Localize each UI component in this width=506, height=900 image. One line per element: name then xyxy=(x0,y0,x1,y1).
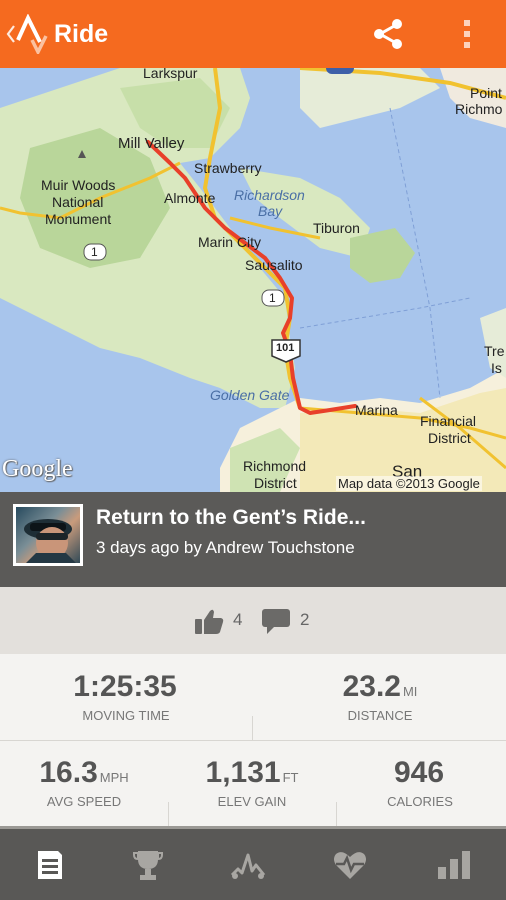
activity-subtitle: 3 days ago by Andrew Touchstone xyxy=(96,538,355,557)
stat-moving-time-label: MOVING TIME xyxy=(82,708,170,723)
stat-elev-gain-label: ELEV GAIN xyxy=(217,794,287,809)
stat-distance-value: 23.2 MI xyxy=(342,670,418,703)
activity-header: Return to the Gent’s Ride... 3 days ago … xyxy=(0,492,506,587)
divider xyxy=(252,716,253,740)
map-label-strawberry: Strawberry xyxy=(194,160,262,176)
map-label-financial-district: District xyxy=(428,430,471,446)
bar-chart-icon[interactable] xyxy=(436,849,472,881)
trophy-icon[interactable] xyxy=(130,849,166,881)
stat-distance-label: DISTANCE xyxy=(347,708,413,723)
share-icon[interactable] xyxy=(370,16,406,52)
thumbs-up-icon[interactable] xyxy=(194,607,224,635)
map-label-point: Point xyxy=(470,85,502,101)
map-label-richmond: Richmond xyxy=(243,458,307,474)
social-bar: 4 2 xyxy=(0,587,506,654)
map-label-monument: Monument xyxy=(45,211,112,227)
stat-moving-time-value: 1:25:35 xyxy=(73,670,177,703)
map-label-mill-valley: Mill Valley xyxy=(118,135,185,152)
map-label-bay: Bay xyxy=(258,203,283,219)
map-label-muir-woods: Muir Woods xyxy=(41,177,116,193)
map-label-marin-city: Marin City xyxy=(198,234,262,250)
stat-calories-value: 946 xyxy=(393,756,445,789)
overflow-menu-icon[interactable] xyxy=(460,16,474,52)
comment-icon[interactable] xyxy=(261,607,291,635)
map-label-tre: Tre xyxy=(484,343,505,359)
bottom-navigation xyxy=(0,826,506,900)
divider xyxy=(168,802,169,826)
activity-title[interactable]: Return to the Gent’s Ride... xyxy=(96,506,366,530)
kudos-count: 4 xyxy=(233,610,243,629)
stat-avg-speed: 16.3 MPH AVG SPEED xyxy=(4,756,164,809)
overview-icon[interactable] xyxy=(32,849,68,881)
analysis-icon[interactable] xyxy=(230,849,266,881)
divider xyxy=(336,802,337,826)
heart-rate-icon[interactable] xyxy=(332,849,368,881)
back-chevron-icon[interactable] xyxy=(6,22,16,46)
avatar[interactable] xyxy=(13,504,83,566)
route-shield-101: 101 xyxy=(276,342,295,354)
map-label-richmo: Richmo xyxy=(455,101,503,117)
map-label-golden-gate: Golden Gate xyxy=(210,387,290,403)
stat-calories: 946 CALORIES xyxy=(340,756,500,809)
map-label-national: National xyxy=(52,194,104,210)
action-bar: Ride xyxy=(0,0,506,68)
comment-count: 2 xyxy=(300,610,310,629)
map-label-richmond-district: District xyxy=(254,475,297,491)
stat-distance: 23.2 MI DISTANCE xyxy=(290,670,470,723)
strava-logo-icon[interactable] xyxy=(16,14,48,54)
stat-calories-label: CALORIES xyxy=(387,794,453,809)
route-shield-1-south: 1 xyxy=(269,291,276,305)
stat-moving-time: 1:25:35 MOVING TIME xyxy=(36,670,216,723)
avatar-photo xyxy=(16,507,80,563)
map-label-marina: Marina xyxy=(355,402,398,418)
map-data-attribution: Map data ©2013 Google xyxy=(336,476,482,491)
stat-elev-gain: 1,131 FT ELEV GAIN xyxy=(172,756,332,809)
divider xyxy=(0,740,506,741)
map-label-richardson: Richardson xyxy=(234,187,305,203)
stat-elev-gain-value: 1,131 FT xyxy=(205,756,299,789)
map-label-is: Is xyxy=(491,360,502,376)
map-label-financial: Financial xyxy=(420,413,477,429)
stats-panel: 1:25:35 MOVING TIME 23.2 MI DISTANCE 16.3… xyxy=(0,654,506,826)
map-label-sausalito: Sausalito xyxy=(245,257,303,273)
google-logo: Google xyxy=(2,456,73,482)
route-map[interactable]: Larkspur Mill Valley Muir Woods National… xyxy=(0,68,506,492)
map-label-larkspur: Larkspur xyxy=(143,68,198,81)
map-label-tiburon: Tiburon xyxy=(313,220,360,236)
route-shield-1: 1 xyxy=(91,245,98,259)
map-label-almonte: Almonte xyxy=(164,190,216,206)
stat-avg-speed-value: 16.3 MPH xyxy=(39,756,129,789)
stat-avg-speed-label: AVG SPEED xyxy=(46,794,122,809)
screen-title: Ride xyxy=(54,20,109,48)
